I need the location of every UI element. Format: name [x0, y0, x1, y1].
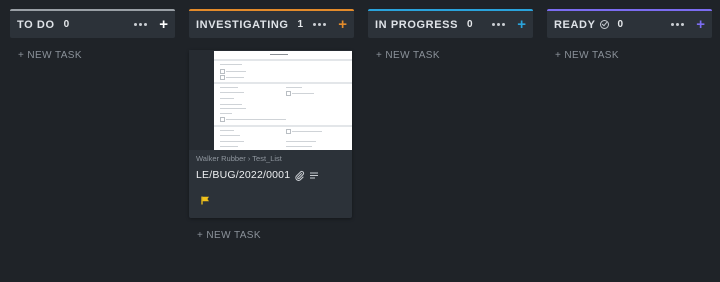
- add-task-icon[interactable]: +: [338, 17, 347, 32]
- new-task-button[interactable]: + NEW TASK: [368, 50, 533, 61]
- column-header-todo: TO DO 0 +: [10, 9, 175, 38]
- column-in-progress: IN PROGRESS 0 + + NEW TASK: [368, 9, 533, 61]
- priority-flag-icon[interactable]: [201, 192, 345, 210]
- task-card[interactable]: Walker Rubber › Test_List LE/BUG/2022/00…: [189, 50, 352, 218]
- task-count: 0: [467, 19, 473, 30]
- more-dots-icon[interactable]: [492, 23, 506, 26]
- paperclip-icon: [294, 170, 305, 181]
- column-title: TO DO: [17, 18, 55, 31]
- task-location[interactable]: Walker Rubber › Test_List: [196, 154, 345, 163]
- more-dots-icon[interactable]: [671, 23, 685, 26]
- task-count: 1: [297, 19, 304, 30]
- new-task-button[interactable]: + NEW TASK: [547, 50, 712, 61]
- column-title: INVESTIGATING: [196, 18, 289, 31]
- more-dots-icon[interactable]: [134, 23, 148, 26]
- column-investigating: INVESTIGATING 1 + Walker Rubber › Test_L…: [189, 9, 354, 241]
- add-task-icon[interactable]: +: [159, 17, 168, 32]
- task-board: TO DO 0 + + NEW TASK INVESTIGATING 1 + W…: [0, 0, 720, 282]
- add-task-icon[interactable]: +: [696, 17, 705, 32]
- column-header-in-progress: IN PROGRESS 0 +: [368, 9, 533, 38]
- column-header-investigating: INVESTIGATING 1 +: [189, 9, 354, 38]
- new-task-button[interactable]: + NEW TASK: [10, 50, 175, 61]
- check-circle-icon: [599, 20, 609, 29]
- column-title: READY: [554, 18, 596, 31]
- description-icon: [309, 171, 319, 180]
- new-task-button[interactable]: + NEW TASK: [189, 230, 354, 241]
- more-dots-icon[interactable]: [313, 23, 327, 26]
- attachment-thumbnail[interactable]: [189, 50, 352, 150]
- task-count: 0: [63, 19, 70, 30]
- document-preview: [214, 51, 352, 150]
- column-title: IN PROGRESS: [375, 18, 459, 31]
- add-task-icon[interactable]: +: [517, 17, 526, 32]
- task-title[interactable]: LE/BUG/2022/0001: [196, 169, 290, 181]
- column-ready: READY 0 + + NEW TASK: [547, 9, 712, 61]
- column-todo: TO DO 0 + + NEW TASK: [10, 9, 175, 61]
- task-count: 0: [617, 19, 624, 30]
- column-header-ready: READY 0 +: [547, 9, 712, 38]
